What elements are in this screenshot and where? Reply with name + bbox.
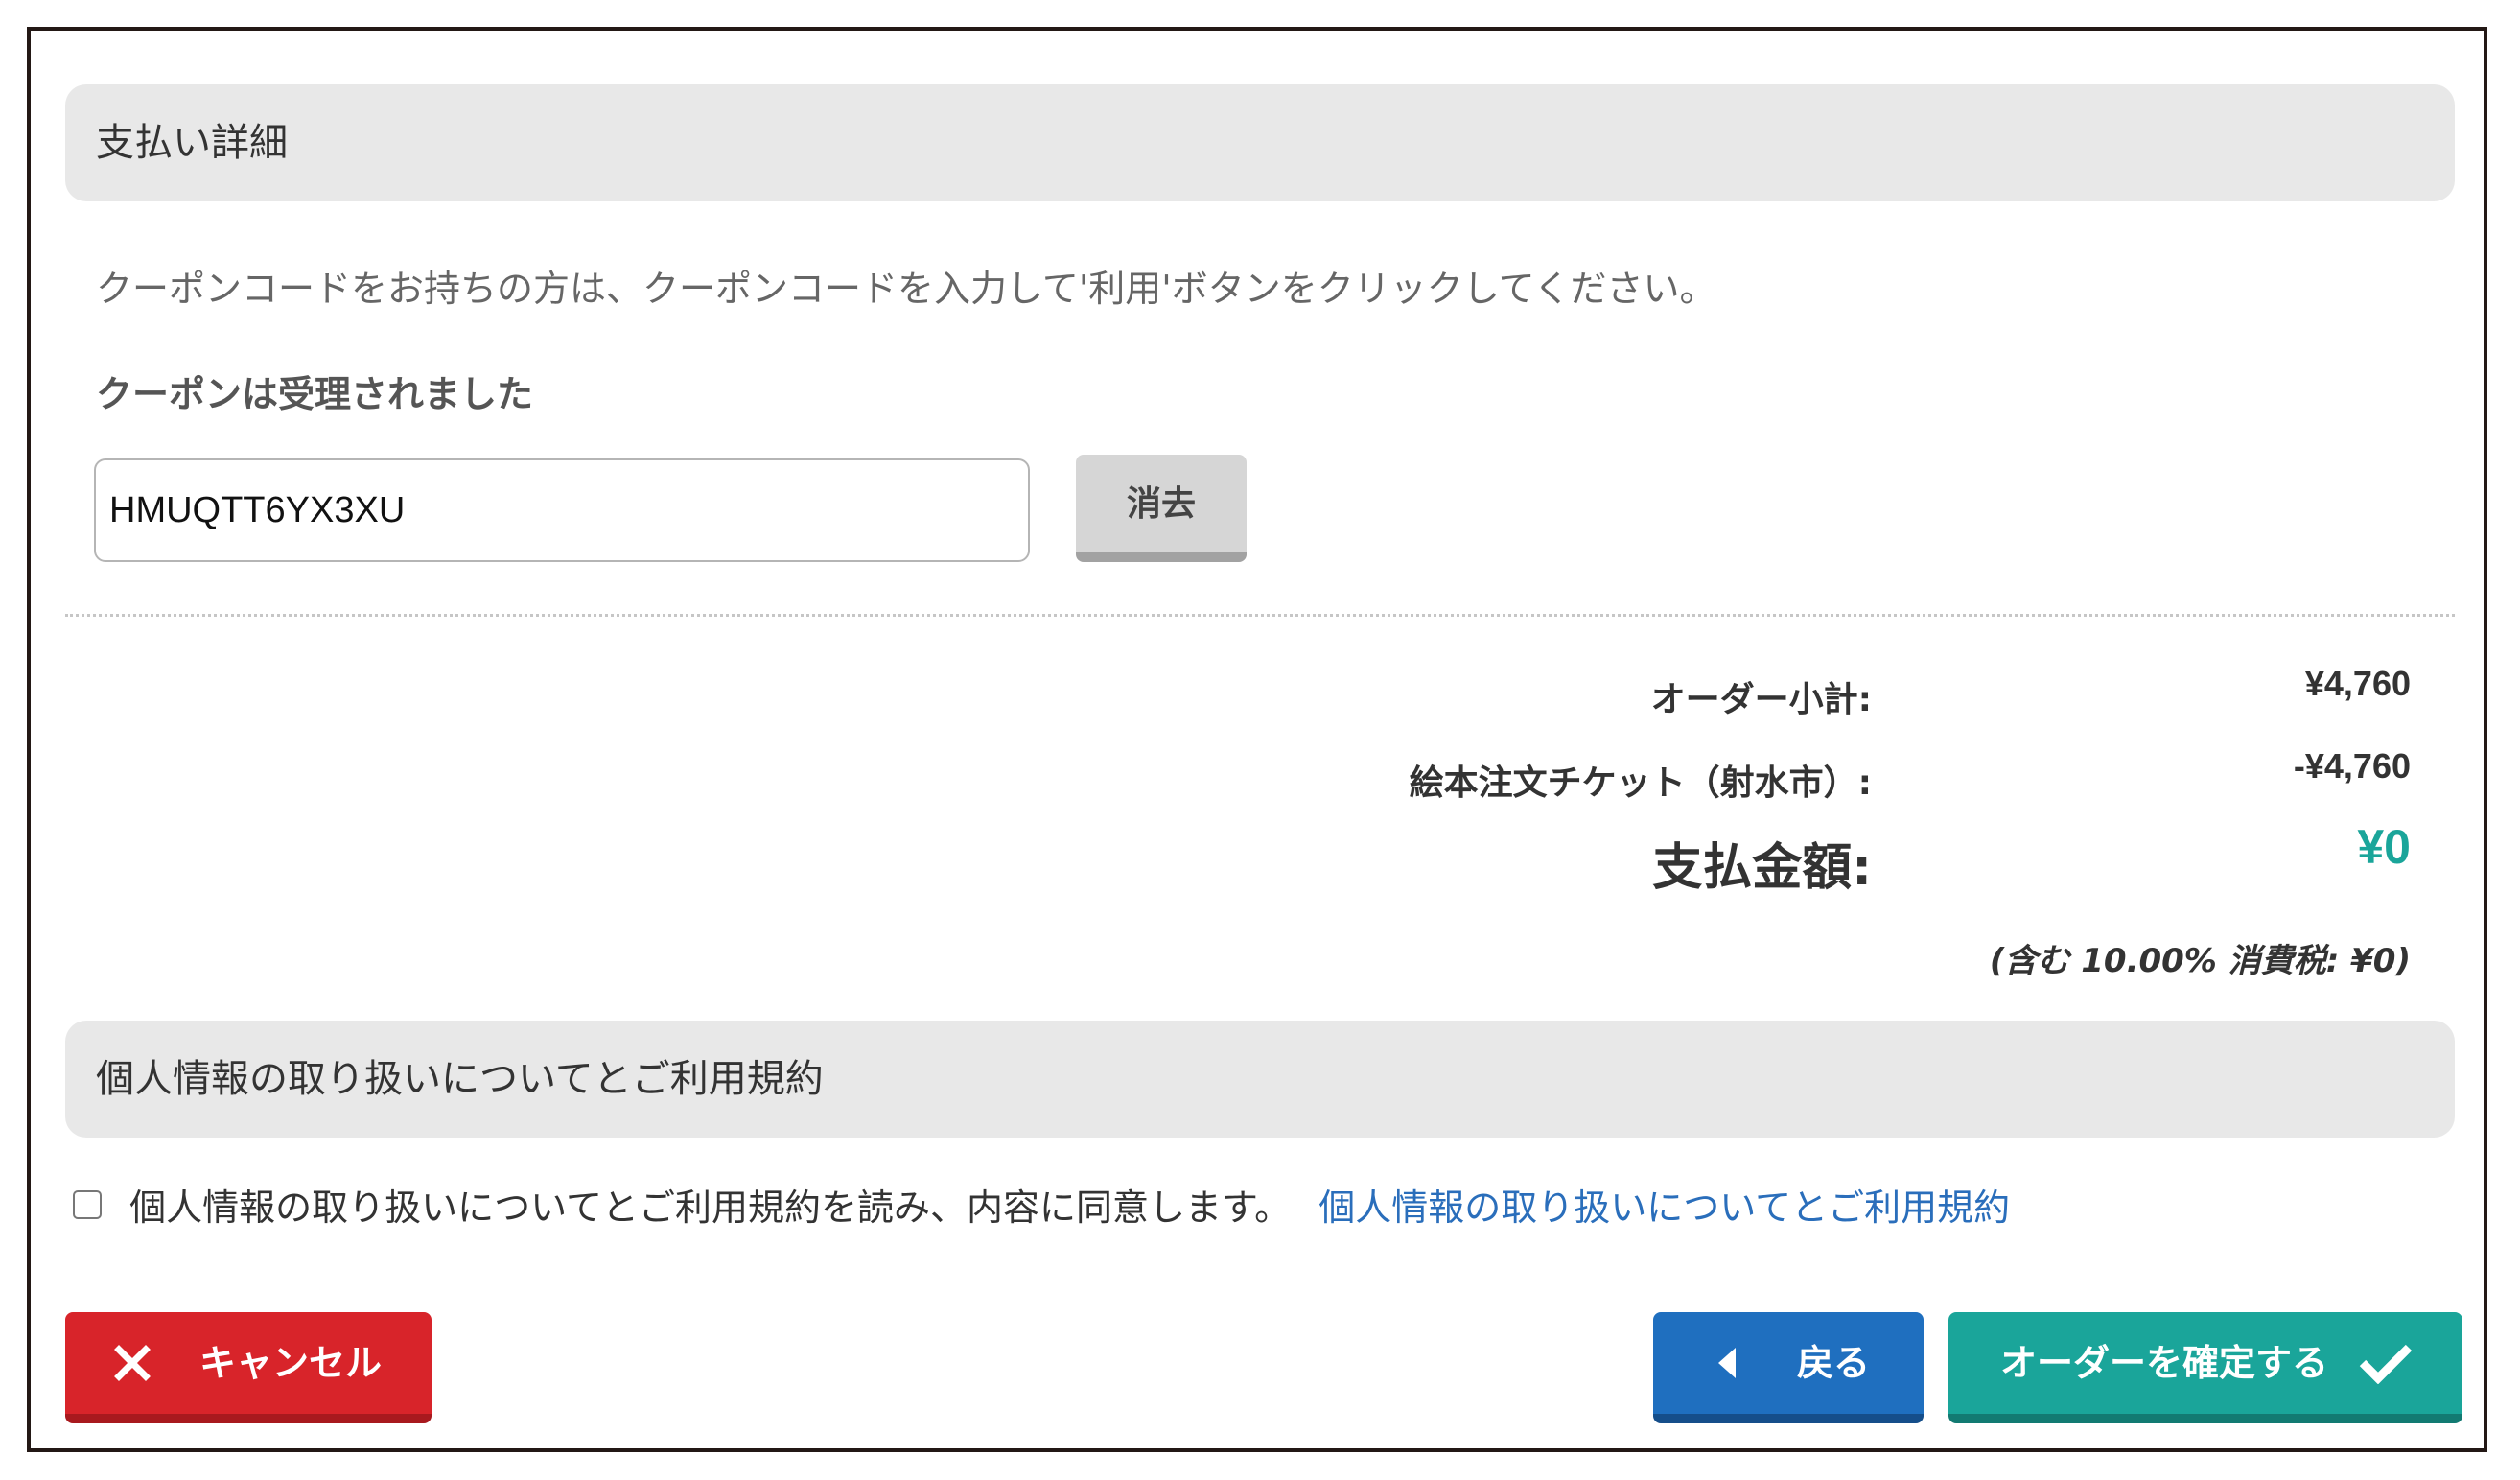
confirm-order-button-label: オーダーを確定する: [2000, 1342, 2329, 1384]
back-button[interactable]: 戻る: [1653, 1312, 1924, 1423]
agree-checkbox[interactable]: [73, 1189, 102, 1219]
coupon-instruction: クーポンコードをお持ちの方は、クーポンコードを入力して'利用'ボタンをクリックし…: [96, 268, 1716, 310]
checkmark-icon: [2359, 1312, 2413, 1414]
ticket-discount-label: 絵本注文チケット（射水市）:: [1409, 763, 1872, 803]
ticket-discount-value: -¥4,760: [2293, 746, 2411, 786]
clear-coupon-button[interactable]: 消去: [1076, 455, 1247, 562]
back-button-label: 戻る: [1797, 1342, 1871, 1384]
subtotal-value: ¥4,760: [2304, 664, 2411, 703]
coupon-accepted-message: クーポンは受理されました: [96, 373, 534, 415]
payment-details-header: 支払い詳細: [65, 84, 2455, 201]
dotted-divider: [65, 614, 2455, 617]
coupon-code-input[interactable]: HMUQTT6YX3XU: [94, 458, 1030, 562]
cancel-button-label: キャンセル: [199, 1342, 383, 1384]
total-amount-label: 支払金額:: [1652, 839, 1872, 897]
cancel-button[interactable]: キャンセル: [65, 1312, 432, 1423]
agreement-row: 個人情報の取り扱いについてとご利用規約を読み、内容に同意します。 個人情報の取り…: [73, 1178, 2010, 1232]
total-amount-value: ¥0: [2357, 820, 2411, 874]
close-icon: [113, 1312, 152, 1414]
tax-note: (含む 10.00% 消費税: ¥0): [1989, 942, 2411, 980]
caret-left-icon: [1716, 1312, 1738, 1414]
privacy-terms-link[interactable]: 個人情報の取り扱いについてとご利用規約: [1318, 1186, 2010, 1229]
confirm-order-button[interactable]: オーダーを確定する: [1948, 1312, 2462, 1423]
agree-text: 個人情報の取り扱いについてとご利用規約を読み、内容に同意します。: [129, 1186, 1292, 1229]
order-panel: 支払い詳細 クーポンコードをお持ちの方は、クーポンコードを入力して'利用'ボタン…: [27, 27, 2487, 1452]
privacy-terms-header: 個人情報の取り扱いについてとご利用規約: [65, 1021, 2455, 1138]
subtotal-label: オーダー小計:: [1650, 680, 1872, 719]
